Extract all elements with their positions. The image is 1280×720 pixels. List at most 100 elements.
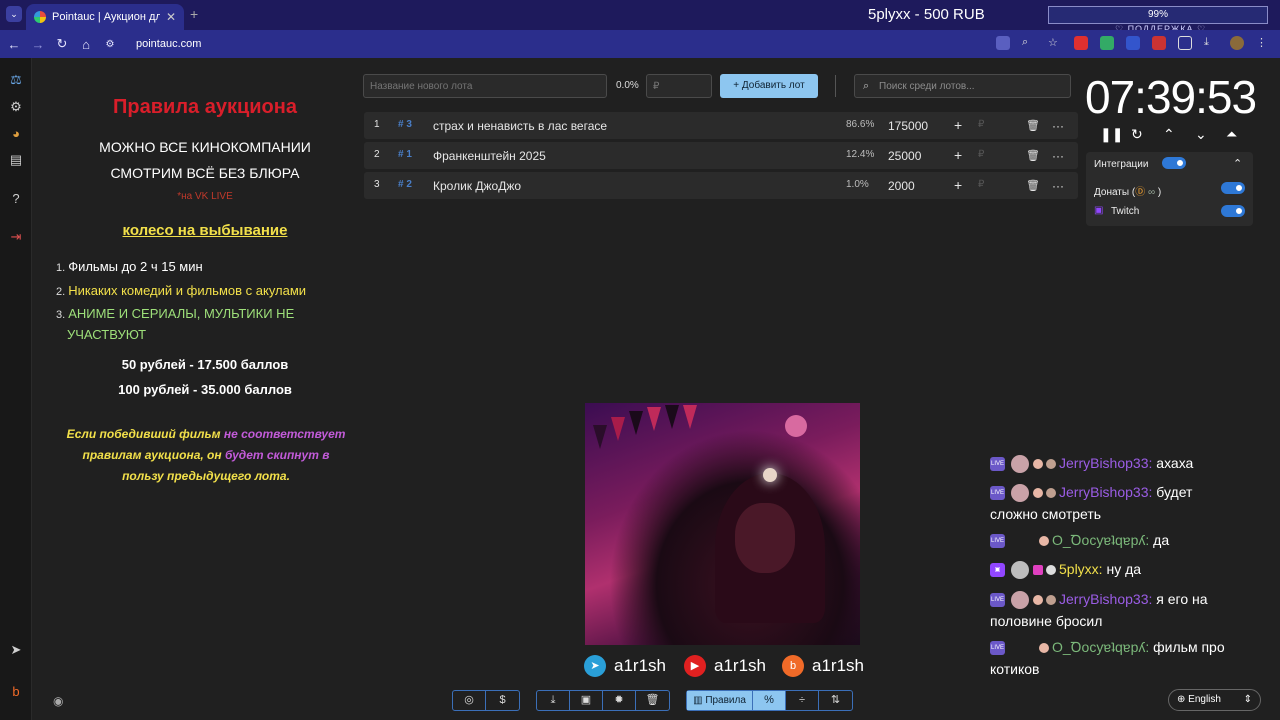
lot-row[interactable]: 3 # 2 Кролик ДжоДжо 1.0% 2000 + ₽ 🗑 ··· — [364, 172, 1078, 199]
close-tab-icon[interactable]: ✕ — [166, 10, 176, 24]
more-options-icon[interactable]: ··· — [1052, 149, 1064, 163]
extension-red-icon[interactable] — [1152, 36, 1166, 50]
lot-amount[interactable]: 2000 — [888, 179, 915, 193]
history-clipboard-icon[interactable]: ▤ — [8, 152, 24, 168]
more-options-icon[interactable]: ··· — [1052, 119, 1064, 133]
wheel-icon[interactable]: ◕ — [8, 126, 24, 142]
extension-shield-icon[interactable] — [1126, 36, 1140, 50]
browser-tab[interactable]: Pointauc | Аукцион для стримера ✕ — [26, 4, 184, 30]
percent-button[interactable]: % — [753, 691, 786, 710]
back-icon[interactable]: ← — [2, 37, 26, 52]
chat-message: ▣ 5plyxx: ну да — [990, 558, 1141, 580]
logout-icon[interactable]: ⇥ — [8, 229, 24, 245]
ruble-input-icon[interactable]: ₽ — [978, 119, 984, 130]
save-icon[interactable]: ▣ — [570, 691, 603, 710]
telegram-icon[interactable]: ➤ — [8, 642, 24, 658]
add-amount-icon[interactable]: + — [954, 117, 962, 133]
lot-percent: 12.4% — [846, 149, 875, 160]
bug-icon[interactable]: ✹ — [603, 691, 636, 710]
donation-progress-label: 99% — [1147, 9, 1168, 20]
lot-amount[interactable]: 25000 — [888, 149, 921, 163]
donations-toggle[interactable] — [1221, 182, 1245, 194]
chat-text: ахаха — [1152, 455, 1194, 471]
twitch-icon: ▣ — [1094, 205, 1104, 216]
auction-gavel-icon[interactable]: ⚖ — [8, 72, 24, 88]
ruble-input-icon[interactable]: ₽ — [978, 149, 984, 160]
profile-avatar-icon[interactable] — [1230, 36, 1244, 50]
url-text[interactable]: pointauc.com — [136, 38, 201, 50]
donations-label-text: Донаты ( — [1094, 187, 1136, 198]
youtube-icon: ▶ — [684, 655, 706, 677]
ruble-input-icon[interactable]: ₽ — [978, 179, 984, 190]
lot-percent: 86.6% — [846, 119, 875, 130]
github-icon[interactable]: ◎ — [453, 691, 486, 710]
twitch-toggle[interactable] — [1221, 205, 1245, 217]
browser-menu-icon[interactable]: ⋮ — [1256, 36, 1270, 50]
visibility-eye-icon[interactable]: ◉ — [53, 694, 63, 708]
lot-amount-input[interactable] — [646, 74, 712, 98]
lamp-light — [763, 468, 777, 482]
lot-name[interactable]: страх и ненависть в лас вегасе — [433, 119, 607, 133]
forward-icon[interactable]: → — [26, 37, 50, 52]
delete-lot-icon[interactable]: 🗑 — [1026, 179, 1040, 192]
settings-gear-icon[interactable]: ⚙ — [8, 99, 24, 115]
rules-button[interactable]: ▥ Правила — [687, 691, 753, 710]
pause-icon[interactable]: ❚❚ — [1100, 126, 1123, 143]
home-icon[interactable]: ⌂ — [74, 37, 98, 52]
translate-icon[interactable] — [996, 36, 1010, 50]
chat-message: LIVE O_Ꝺocyɐʇqɐpʎ: фильм про котиков — [990, 636, 1225, 680]
extension-green-icon[interactable] — [1100, 36, 1114, 50]
delete-lot-icon[interactable]: 🗑 — [1026, 119, 1040, 132]
new-lot-input[interactable] — [363, 74, 607, 98]
integrations-panel: Интеграции ⌃ Донаты (Ⓓ ∞ ) ▣ Twitch — [1086, 152, 1253, 226]
extension-record-icon[interactable] — [1074, 36, 1088, 50]
lot-search-input[interactable]: ⌕ Поиск среди лотов... — [854, 74, 1071, 98]
split-icon[interactable]: ÷ — [786, 691, 819, 710]
clear-trash-icon[interactable]: 🗑 — [636, 691, 669, 710]
new-tab-button[interactable]: + — [190, 6, 198, 22]
rule-item-3-text: АНИМЕ И СЕРИАЛЫ, МУЛЬТИКИ НЕ — [68, 306, 295, 321]
sort-icon[interactable]: ⇅ — [819, 691, 852, 710]
reset-icon[interactable]: ↻ — [1131, 126, 1143, 143]
subtract-time-down-icon[interactable]: ⌄ — [1195, 126, 1207, 143]
tab-search-button[interactable]: ⌄ — [6, 6, 22, 22]
rule-item-3: 3. АНИМЕ И СЕРИАЛЫ, МУЛЬТИКИ НЕ — [56, 306, 295, 321]
add-time-up-icon[interactable]: ⌃ — [1163, 126, 1175, 143]
more-options-icon[interactable]: ··· — [1052, 179, 1064, 193]
zoom-icon[interactable]: ⌕ — [1022, 36, 1036, 50]
extensions-puzzle-icon[interactable] — [1178, 36, 1192, 50]
chat-message: LIVE JerryBishop33: я его на половине бро… — [990, 588, 1208, 632]
bookmark-star-icon[interactable]: ☆ — [1048, 36, 1062, 50]
lot-id: # 2 — [398, 179, 412, 190]
site-info-icon[interactable]: ⚙ — [98, 39, 122, 50]
collapse-chevron-icon[interactable]: ⌃ — [1233, 157, 1242, 170]
add-amount-icon[interactable]: + — [954, 147, 962, 163]
donations-label-end: ) — [1157, 187, 1162, 198]
wheel-mode-title: колесо на выбывание — [122, 222, 288, 239]
lot-row[interactable]: 1 # 3 страх и ненависть в лас вегасе 86.… — [364, 112, 1078, 139]
note-part-a: Если победивший фильм — [66, 427, 224, 441]
lot-amount[interactable]: 175000 — [888, 119, 928, 133]
add-lot-button[interactable]: + Добавить лот — [720, 74, 818, 98]
lot-name[interactable]: Кролик ДжоДжо — [433, 179, 521, 193]
boosty-handle[interactable]: b a1r1sh — [782, 655, 864, 677]
boosty-icon[interactable]: b — [8, 684, 24, 700]
help-icon[interactable]: ? — [8, 191, 24, 207]
language-select[interactable]: ⊕ English ⇕ — [1168, 689, 1261, 711]
youtube-handle[interactable]: ▶ a1r1sh — [684, 655, 766, 677]
lot-row[interactable]: 2 # 1 Франкенштейн 2025 12.4% 25000 + ₽ … — [364, 142, 1078, 169]
download-icon[interactable]: ⤓ — [1204, 36, 1218, 50]
lot-index: 3 — [374, 179, 380, 190]
integrations-toggle[interactable] — [1162, 157, 1186, 169]
add-amount-icon[interactable]: + — [954, 177, 962, 193]
double-up-icon[interactable]: ⏶ — [1226, 126, 1237, 143]
twitch-icon: ▣ — [990, 563, 1005, 578]
lot-name[interactable]: Франкенштейн 2025 — [433, 149, 546, 163]
reload-icon[interactable]: ↻ — [50, 36, 74, 52]
telegram-handle[interactable]: ➤ a1r1sh — [584, 655, 666, 677]
badge-icon — [1039, 643, 1049, 654]
youtube-handle-text: a1r1sh — [714, 656, 766, 675]
download-icon[interactable]: ⤓ — [537, 691, 570, 710]
delete-lot-icon[interactable]: 🗑 — [1026, 149, 1040, 162]
donate-dollar-icon[interactable]: $ — [486, 691, 519, 710]
